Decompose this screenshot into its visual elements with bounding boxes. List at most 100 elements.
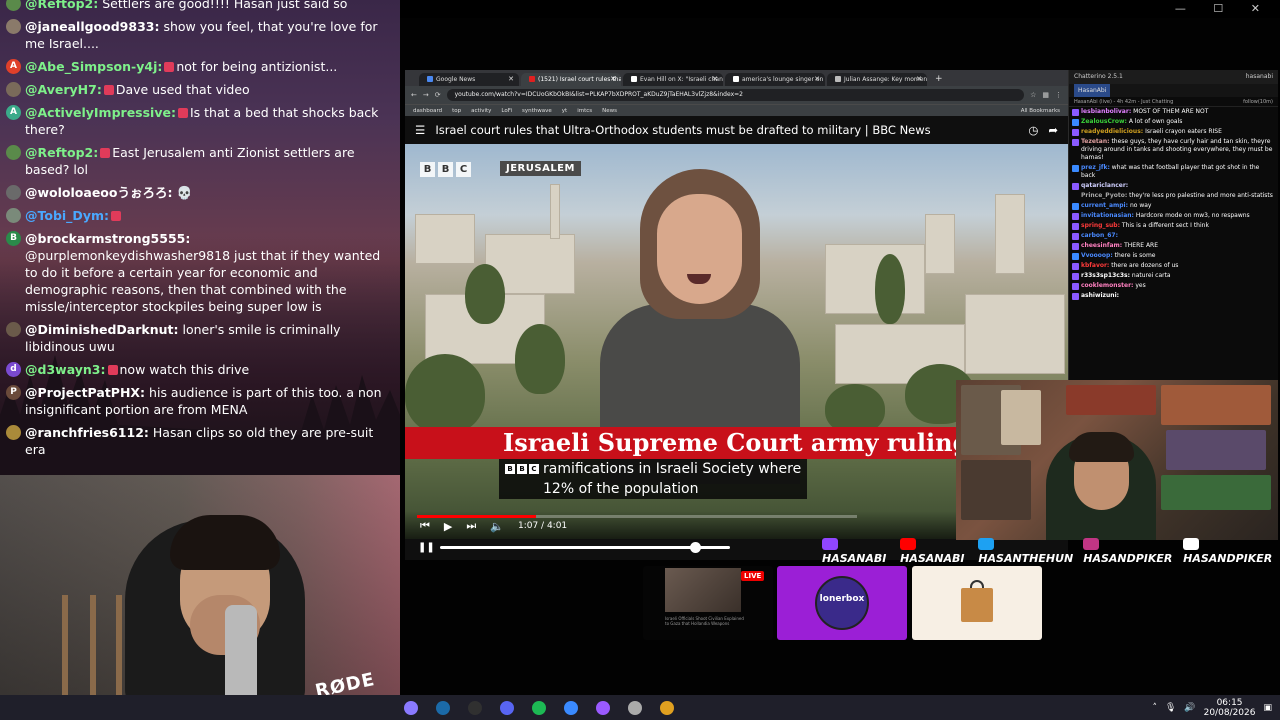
bookmark-item[interactable]: imtcs (577, 108, 592, 114)
spotify-icon[interactable] (526, 698, 552, 718)
app2-icon[interactable] (558, 698, 584, 718)
browser-tab[interactable]: Google News ✕ (419, 73, 519, 86)
previous-icon[interactable]: ⏮ (420, 519, 430, 533)
bookmark-item[interactable]: top (452, 108, 461, 114)
notifications-icon[interactable]: ▣ (1263, 703, 1272, 713)
chat-username[interactable]: @ActivelyImpressive: (25, 105, 176, 120)
chat-text: Dave used that video (115, 82, 250, 97)
share-icon[interactable]: ➦ (1048, 123, 1058, 137)
discord-icon[interactable] (494, 698, 520, 718)
chat-message-body: @Abe_Simpson-y4j: not for being antizioni… (25, 58, 394, 75)
bookmark-star-icon[interactable]: ☆ (1030, 91, 1036, 99)
tab-close-icon[interactable]: ✕ (610, 73, 616, 86)
chatterino-username[interactable]: Vvoooop: (1081, 252, 1113, 259)
bbc-letter: B (505, 464, 515, 474)
video-time: 1:07 / 4:01 (517, 521, 568, 531)
steam-icon[interactable] (430, 698, 456, 718)
chatterino-username[interactable]: current_ampi: (1081, 202, 1128, 209)
building (550, 184, 560, 239)
tab-close-icon[interactable]: ✕ (814, 73, 820, 86)
chrome-icon[interactable] (654, 698, 680, 718)
video-progress-bar[interactable] (417, 515, 857, 518)
url-input[interactable]: youtube.com/watch?v=IDCUoGKbOkBI&list=PL… (446, 89, 1025, 101)
back-icon[interactable]: ← (411, 91, 417, 99)
lonerbox-tile[interactable]: lonerbox (777, 566, 907, 640)
all-bookmarks[interactable]: All Bookmarks (1021, 108, 1060, 114)
app4-icon[interactable] (622, 698, 648, 718)
chatterino-titlebar: Chatterino 2.5.1 hasanabi (1069, 70, 1278, 84)
shop-tile[interactable] (912, 566, 1042, 640)
chatterino-account[interactable]: hasanabi (1246, 70, 1273, 84)
bookmark-item[interactable]: activity (471, 108, 491, 114)
menu-icon[interactable]: ⋮ (1055, 91, 1062, 99)
forward-icon[interactable]: → (423, 91, 429, 99)
chatterino-username[interactable]: kbfavor: (1081, 262, 1109, 269)
chat-username[interactable]: @ranchfries6112: (25, 425, 149, 440)
volume-icon[interactable]: 🔈 (490, 520, 504, 533)
browser-tab[interactable]: Evan Hill on X: "Israeli channel...✕ (623, 73, 723, 86)
clock-icon[interactable]: ◷ (1028, 123, 1038, 137)
chatterino-username[interactable]: Prince_Pyoto: (1081, 192, 1127, 199)
chat-username[interactable]: @d3wayn3: (25, 362, 106, 377)
video-tile[interactable]: LIVE Israeli Officials Shoot Civilian Ex… (643, 566, 773, 640)
app-icon[interactable] (398, 698, 424, 718)
tab-close-icon[interactable]: ✕ (916, 73, 922, 86)
browser-tab[interactable]: america's lounge singer on X...✕ (725, 73, 825, 86)
window-controls[interactable]: — ☐ ✕ (1175, 2, 1272, 15)
chat-username[interactable]: @DiminishedDarknut: (25, 322, 178, 337)
browser-tab[interactable]: (1521) Israel court rules tha... ✕ (521, 73, 621, 86)
chatterino-message-body: cheesinfam: THERE ARE (1081, 242, 1158, 250)
chat-username[interactable]: @Abe_Simpson-y4j: (25, 59, 162, 74)
mic-icon[interactable]: 🎙 (1165, 703, 1176, 713)
new-tab-icon[interactable]: + (935, 73, 943, 86)
chat-username[interactable]: @AveryH7: (25, 82, 102, 97)
tray-chevron-icon[interactable]: ˄ (1152, 703, 1157, 713)
volume-icon[interactable]: 🔊 (1184, 703, 1195, 713)
chatterino-username[interactable]: cooklemonster: (1081, 282, 1133, 289)
reload-icon[interactable]: ⟳ (435, 91, 441, 99)
tab-hasanabi[interactable]: HasanAbi (1074, 84, 1111, 97)
chatterino-username[interactable]: readyeddielicious: (1081, 128, 1143, 135)
window-titlebar: — ☐ ✕ (400, 0, 1280, 18)
chatterino-username[interactable]: r33s3sp13c3s: (1081, 272, 1130, 279)
player-progress-track[interactable] (440, 546, 730, 549)
bookmark-item[interactable]: LoFi (501, 108, 512, 114)
chatterino-username[interactable]: spring_sub: (1081, 222, 1120, 229)
chat-username[interactable]: @ProjectPatPHX: (25, 385, 145, 400)
extensions-icon[interactable]: ▦ (1042, 91, 1049, 99)
chat-username[interactable]: @janeallgood9833: (25, 19, 159, 34)
chatterino-username[interactable]: qatariclancer: (1081, 182, 1128, 189)
app3-icon[interactable] (590, 698, 616, 718)
chat-username[interactable]: @brockarmstrong5555: (25, 231, 190, 246)
chatterino-username[interactable]: cheesinfam: (1081, 242, 1122, 249)
bookmark-item[interactable]: yt (562, 108, 567, 114)
browser-tab[interactable]: Julian Assange: Key moments i...✕ (827, 73, 927, 86)
chatterino-username[interactable]: lesbianbolivar: (1081, 108, 1131, 115)
tab-close-icon[interactable]: ✕ (712, 73, 718, 86)
chat-username[interactable]: @Reftop2: (25, 145, 98, 160)
chatterino-username[interactable]: Tezetan: (1081, 138, 1110, 145)
clock[interactable]: 06:15 20/08/2026 (1204, 698, 1256, 718)
player-progress-knob[interactable] (690, 542, 702, 553)
tab-close-icon[interactable]: ✕ (508, 73, 514, 86)
chatterino-username[interactable]: invitationasian: (1081, 212, 1134, 219)
bookmark-item[interactable]: synthwave (522, 108, 552, 114)
chatterino-username[interactable]: carbon_67: (1081, 232, 1118, 239)
pause-icon[interactable]: ❚❚ (418, 542, 435, 553)
tab-favicon-icon (631, 76, 637, 82)
chatterino-username[interactable]: prez_jfk: (1081, 164, 1110, 171)
chat-username[interactable]: @wololoaeooうぉろろ: (25, 185, 172, 200)
chatterino-message-body: Tezetan: these guys, they have curly hai… (1081, 138, 1275, 162)
chatterino-username[interactable]: ZealousCrow: (1081, 118, 1127, 125)
hamburger-icon[interactable]: ☰ (415, 123, 425, 137)
chat-username[interactable]: @Tobi_Dym: (25, 208, 109, 223)
bookmark-item[interactable]: News (602, 108, 617, 114)
bookmark-item[interactable]: dashboard (413, 108, 442, 114)
play-icon[interactable]: ▶ (444, 520, 452, 533)
chat-username[interactable]: @Reftop2: (25, 0, 98, 11)
obs-icon[interactable] (462, 698, 488, 718)
chat-text: not for being antizionist... (176, 59, 338, 74)
chatterino-username[interactable]: ashiwizuni: (1081, 292, 1119, 299)
video-title[interactable]: Israel court rules that Ultra-Orthodox s… (435, 123, 1018, 137)
next-icon[interactable]: ⏭ (466, 519, 476, 533)
